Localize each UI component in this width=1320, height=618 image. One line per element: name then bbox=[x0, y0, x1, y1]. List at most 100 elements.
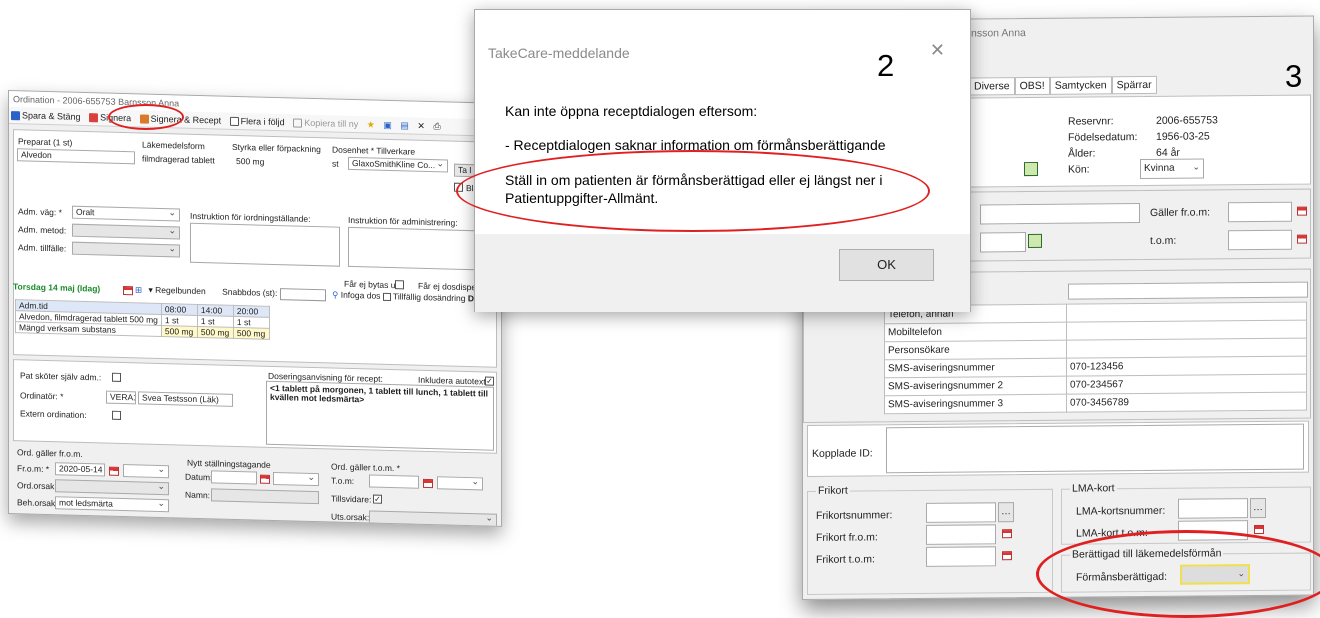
uts-select[interactable] bbox=[369, 510, 497, 527]
from-date-field[interactable]: 2020-05-14 bbox=[55, 462, 105, 477]
age-label: Ålder: bbox=[1068, 147, 1096, 160]
close-icon[interactable]: ✕ bbox=[417, 118, 425, 135]
new-group-label: Nytt ställningstagande bbox=[187, 457, 271, 470]
frikort-from-field[interactable] bbox=[926, 524, 996, 545]
datum-field[interactable] bbox=[211, 470, 257, 485]
valid-from-field[interactable] bbox=[1228, 201, 1292, 223]
address-field[interactable] bbox=[980, 203, 1140, 225]
tab-obs[interactable]: OBS! bbox=[1014, 76, 1050, 96]
valid-to-field[interactable] bbox=[1228, 229, 1292, 251]
preparat-header: Preparat (1 st) bbox=[18, 136, 73, 148]
strength-header: Styrka eller förpackning bbox=[232, 141, 321, 155]
temp-checkbox[interactable] bbox=[382, 292, 391, 302]
card-icon[interactable] bbox=[1028, 233, 1042, 249]
card-icon[interactable] bbox=[1024, 161, 1038, 177]
print-icon[interactable]: ⎙ bbox=[433, 118, 440, 135]
calendar-icon[interactable] bbox=[1297, 234, 1307, 245]
calendar-icon[interactable] bbox=[423, 478, 433, 489]
browse-button[interactable]: … bbox=[998, 502, 1014, 523]
save-close-button[interactable]: Spara & Stäng bbox=[11, 107, 81, 126]
tom-time-select[interactable] bbox=[437, 476, 483, 491]
linked-field[interactable] bbox=[886, 423, 1304, 474]
table-cell[interactable]: 1 st bbox=[233, 316, 270, 329]
reason-label: Ord.orsak: bbox=[17, 480, 57, 492]
calendar-icon[interactable] bbox=[1297, 206, 1307, 217]
contact-value[interactable]: 070-123456 bbox=[1066, 356, 1307, 377]
external-checkbox[interactable] bbox=[112, 410, 121, 420]
table-cell[interactable]: 1 st bbox=[161, 314, 198, 327]
autotext-checkbox[interactable]: ✓ bbox=[485, 376, 494, 386]
browse-button[interactable]: … bbox=[1250, 497, 1266, 519]
copy-icon bbox=[293, 118, 303, 128]
contact-value[interactable] bbox=[1066, 302, 1307, 323]
ordinator-name-field[interactable]: Svea Testsson (Läk) bbox=[138, 391, 233, 407]
uts-label: Uts.orsak: bbox=[331, 511, 370, 523]
snabbdos-label: Snabbdos (st): bbox=[222, 286, 278, 299]
calendar-icon[interactable] bbox=[1002, 528, 1012, 539]
multiple-button[interactable]: Flera i följd bbox=[229, 113, 285, 131]
contact-value[interactable]: 070-234567 bbox=[1066, 374, 1307, 395]
namn-field[interactable] bbox=[211, 488, 319, 505]
dob-value: 1956-03-25 bbox=[1156, 130, 1210, 143]
infoga-button[interactable]: ⚲ Infoga dos bbox=[332, 290, 380, 301]
calendar-icon[interactable] bbox=[122, 284, 133, 295]
snabbdos-field[interactable] bbox=[279, 288, 326, 302]
contact-value[interactable]: 070-3456789 bbox=[1066, 392, 1307, 413]
route-select[interactable]: Oralt bbox=[72, 205, 180, 222]
calendar-icon[interactable] bbox=[260, 474, 270, 485]
reason-select[interactable] bbox=[55, 479, 169, 496]
form-header: Läkemedelsform bbox=[142, 139, 205, 152]
ok-button[interactable]: OK bbox=[839, 249, 934, 281]
from-time-select[interactable] bbox=[123, 464, 169, 479]
ordinator-code-field[interactable]: VERA1 bbox=[106, 390, 136, 405]
until-checkbox[interactable]: ✓ bbox=[373, 494, 382, 504]
save-icon[interactable]: ▣ bbox=[383, 117, 392, 134]
contact-input[interactable] bbox=[1068, 281, 1308, 300]
pen-icon bbox=[89, 113, 99, 123]
maker-select[interactable]: GlaxoSmithKline Co... bbox=[348, 156, 448, 173]
close-icon[interactable]: ✕ bbox=[930, 40, 945, 61]
table-row[interactable]: SMS-aviseringsnummer 3 070-3456789 bbox=[884, 392, 1307, 414]
datum-label: Datum: bbox=[185, 471, 213, 483]
sex-select[interactable]: Kvinna bbox=[1140, 158, 1204, 180]
calendar-icon[interactable] bbox=[1002, 550, 1012, 561]
occasion-select[interactable] bbox=[72, 241, 180, 258]
instr-order-field[interactable] bbox=[190, 222, 340, 267]
frikort-to-field[interactable] bbox=[926, 546, 996, 567]
contact-value[interactable] bbox=[1066, 320, 1307, 341]
table-cell[interactable]: 1 st bbox=[197, 315, 234, 328]
calendar-icon[interactable] bbox=[1254, 524, 1264, 535]
instr-admin-field[interactable] bbox=[348, 226, 494, 271]
favorite-icon[interactable]: ★ bbox=[367, 116, 375, 133]
datum-time-select[interactable] bbox=[273, 471, 319, 487]
namn-label: Namn: bbox=[185, 489, 211, 501]
method-select[interactable] bbox=[72, 223, 180, 240]
regular-dropdown[interactable]: ▾ Regelbunden bbox=[148, 285, 205, 296]
contact-value[interactable] bbox=[1066, 338, 1307, 359]
occasion-label: Adm. tillfälle: bbox=[18, 242, 67, 254]
no-swap-checkbox[interactable] bbox=[395, 280, 404, 290]
grid-icon[interactable]: ⊞ bbox=[135, 285, 142, 295]
checkbox-icon bbox=[229, 116, 239, 127]
frikort-nr-field[interactable] bbox=[926, 502, 996, 523]
treat-select[interactable]: mot ledsmärta bbox=[55, 496, 169, 513]
external-label: Extern ordination: bbox=[20, 408, 87, 421]
address-field-2[interactable] bbox=[980, 232, 1026, 253]
copy-button[interactable]: Kopiera till ny bbox=[293, 114, 358, 133]
self-admin-checkbox[interactable] bbox=[112, 372, 121, 382]
recipe-text[interactable]: <1 tablett på morgonen, 1 tablett till l… bbox=[266, 380, 494, 451]
preparat-field[interactable]: Alvedon bbox=[17, 148, 135, 165]
document-icon[interactable]: ▤ bbox=[400, 117, 409, 134]
prescriber-panel: Pat sköter själv adm.: Ordinatör: * VERA… bbox=[13, 359, 497, 454]
highlight-ellipse bbox=[108, 104, 184, 130]
reservnr-label: Reservnr: bbox=[1068, 115, 1114, 128]
calendar-icon[interactable] bbox=[109, 466, 119, 477]
tom-date-field[interactable] bbox=[369, 474, 419, 489]
table-header: 08:00 bbox=[161, 303, 198, 316]
dialog-title: TakeCare-meddelande bbox=[488, 45, 630, 61]
lma-nr-field[interactable] bbox=[1178, 498, 1248, 519]
until-label: Tillsvidare: bbox=[331, 493, 372, 505]
tab-diverse[interactable]: Diverse bbox=[969, 77, 1015, 96]
tab-sparrar[interactable]: Spärrar bbox=[1111, 75, 1157, 95]
tab-samtycken[interactable]: Samtycken bbox=[1049, 76, 1112, 95]
